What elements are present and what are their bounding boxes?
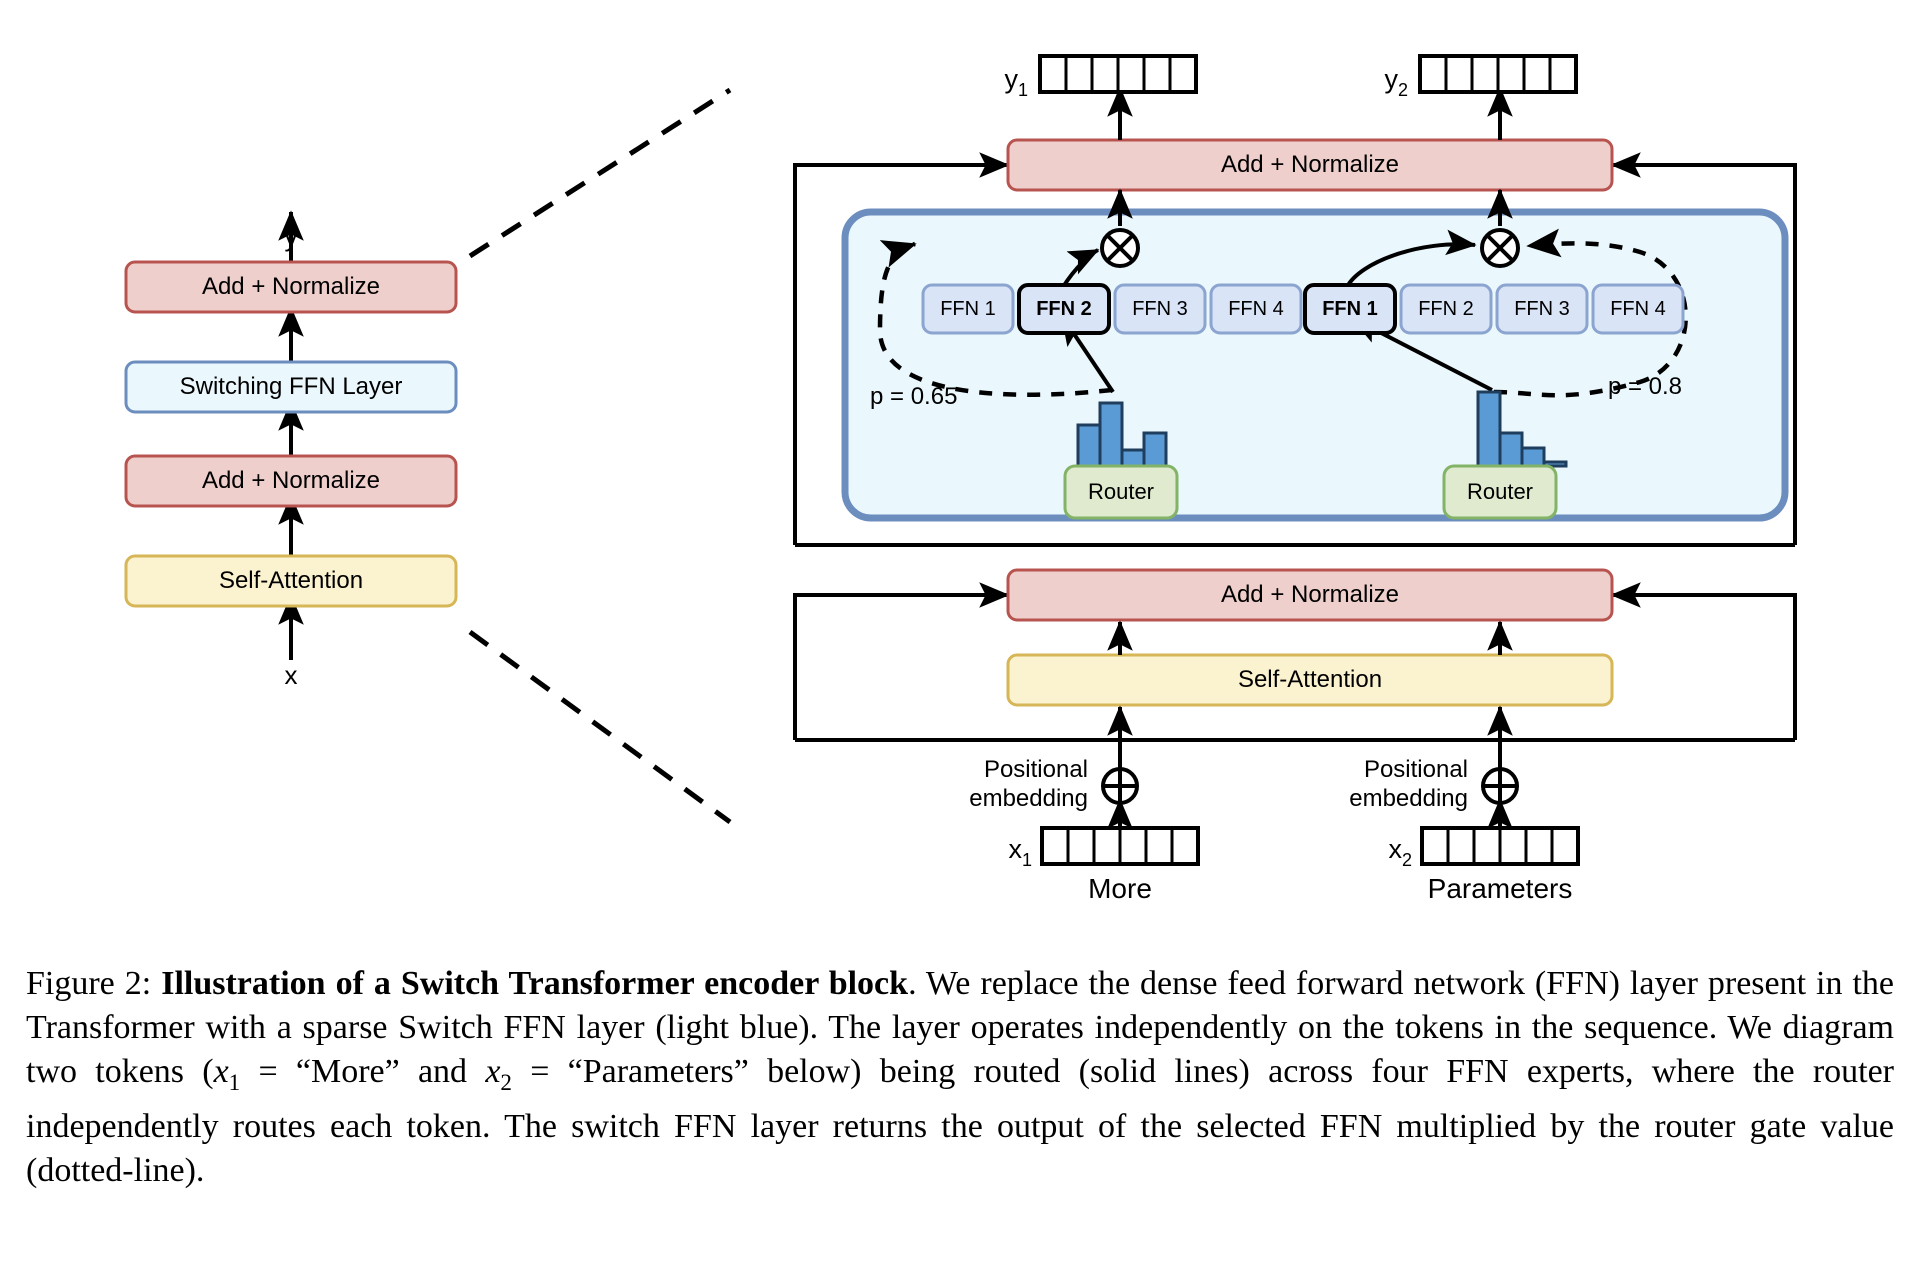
input-token-x1-group: Positional embedding x1 More bbox=[969, 740, 1200, 904]
positional-embedding-label-left-line1: Positional bbox=[984, 756, 1088, 783]
left-add-normalize-lower-label: Add + Normalize bbox=[202, 467, 380, 494]
figure-number: Figure 2: bbox=[26, 965, 152, 1002]
bottom-add-normalize-label: Add + Normalize bbox=[1221, 581, 1399, 608]
left-self-attention-label: Self-Attention bbox=[219, 567, 363, 594]
left-input-label: x bbox=[285, 660, 298, 690]
left-output-label: y bbox=[285, 222, 298, 252]
output-token-y1-label: y1 bbox=[1004, 64, 1028, 100]
caption-eq-1: = “More” and bbox=[240, 1053, 486, 1090]
output-token-y2-label: y2 bbox=[1384, 64, 1408, 100]
output-token-y1: y1 bbox=[1004, 54, 1198, 100]
expert-label-ffn1-left: FFN 1 bbox=[940, 298, 996, 320]
positional-embedding-plus-icon-left bbox=[1101, 767, 1139, 805]
router-bar-left-4 bbox=[1142, 431, 1168, 468]
input-token-x2-label: x2 bbox=[1388, 834, 1412, 870]
positional-embedding-label-left-line2: embedding bbox=[969, 785, 1088, 812]
input-token-x2-word: Parameters bbox=[1428, 873, 1573, 904]
top-add-normalize-label: Add + Normalize bbox=[1221, 151, 1399, 178]
figure-caption: Figure 2: Illustration of a Switch Trans… bbox=[26, 962, 1894, 1193]
router-bar-left-3 bbox=[1120, 448, 1146, 468]
figure-title: Illustration of a Switch Transformer enc… bbox=[161, 965, 909, 1002]
multiply-icon-left bbox=[1100, 228, 1140, 268]
input-token-x1-label: x1 bbox=[1008, 834, 1032, 870]
positional-embedding-plus-icon-right bbox=[1481, 767, 1519, 805]
expert-label-ffn3-left: FFN 3 bbox=[1132, 298, 1188, 320]
switch-ffn-layer-container bbox=[841, 208, 1789, 522]
expert-label-ffn2-left: FFN 2 bbox=[1036, 298, 1092, 320]
expert-label-ffn3-right: FFN 3 bbox=[1514, 298, 1570, 320]
input-token-x2-group: Positional embedding x2 Parameters bbox=[1349, 740, 1580, 904]
multiply-icon-right bbox=[1480, 228, 1520, 268]
router-label-left: Router bbox=[1088, 479, 1154, 504]
caption-x1-symbol: x1 bbox=[213, 1053, 241, 1096]
gate-value-label-left: p = 0.65 bbox=[870, 383, 957, 410]
expert-label-ffn2-right: FFN 2 bbox=[1418, 298, 1474, 320]
left-encoder-block: Self-Attention Add + Normalize Switching… bbox=[124, 210, 458, 690]
expert-label-ffn4-right: FFN 4 bbox=[1610, 298, 1666, 320]
zoom-guide-lines bbox=[468, 87, 732, 825]
router-label-right: Router bbox=[1467, 479, 1533, 504]
right-encoder-block: Add + Normalize Add + Normalize Self-Att… bbox=[793, 54, 1797, 904]
positional-embedding-label-right-line2: embedding bbox=[1349, 785, 1468, 812]
router-bar-right-1 bbox=[1476, 390, 1502, 468]
left-switching-ffn-layer-label: Switching FFN Layer bbox=[180, 373, 403, 400]
router-bar-left-1 bbox=[1076, 423, 1102, 468]
caption-x2-symbol: x2 bbox=[485, 1053, 512, 1096]
input-token-x1-word: More bbox=[1088, 873, 1152, 904]
figure-2-switch-transformer: Self-Attention Add + Normalize Switching… bbox=[0, 0, 1918, 1282]
router-bar-right-2 bbox=[1498, 431, 1524, 468]
expert-label-ffn1-right: FFN 1 bbox=[1322, 298, 1378, 320]
output-token-y2: y2 bbox=[1384, 54, 1578, 100]
right-self-attention-label: Self-Attention bbox=[1238, 666, 1382, 693]
router-bar-left-2 bbox=[1098, 401, 1124, 468]
expert-label-ffn4-left: FFN 4 bbox=[1228, 298, 1284, 320]
gate-value-label-right: p = 0.8 bbox=[1608, 373, 1682, 400]
router-bar-right-3 bbox=[1520, 446, 1546, 468]
left-add-normalize-upper-label: Add + Normalize bbox=[202, 273, 380, 300]
positional-embedding-label-right-line1: Positional bbox=[1364, 756, 1468, 783]
